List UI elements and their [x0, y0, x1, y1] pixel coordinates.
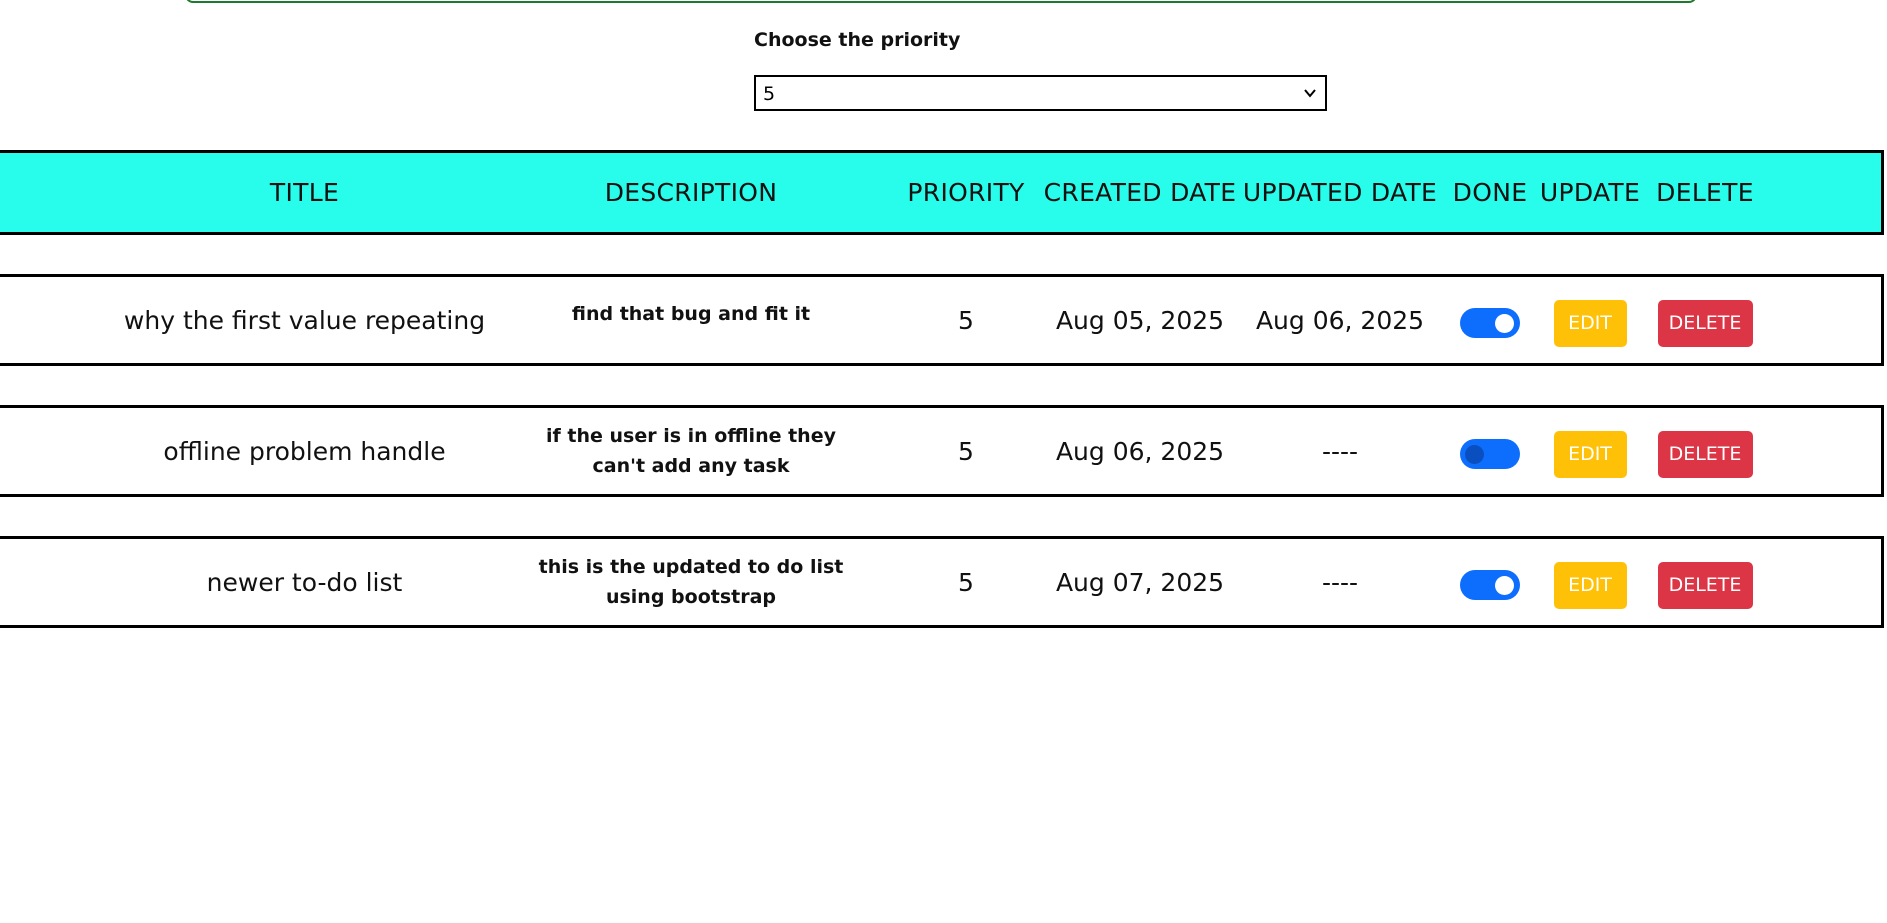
task-description: if the user is in offline they can't add… — [546, 425, 836, 477]
priority-filter-select[interactable]: 5 — [754, 75, 1327, 111]
update-cell: EDIT — [1540, 277, 1640, 363]
task-title: offline problem handle — [163, 436, 446, 466]
priority-filter-value: 5 — [763, 83, 776, 105]
edit-button[interactable]: EDIT — [1553, 299, 1627, 347]
delete-button[interactable]: DELETE — [1657, 430, 1753, 478]
task-created-date: Aug 06, 2025 — [1055, 436, 1225, 466]
task-title: newer to-do list — [206, 567, 403, 597]
task-priority: 5 — [958, 567, 974, 597]
toggle-knob — [1495, 576, 1514, 595]
table-row: why the first value repeating find that … — [0, 274, 1884, 366]
task-created-date: Aug 07, 2025 — [1055, 567, 1225, 597]
todo-page: Choose the priority 5 TITLE DESCRIPTION … — [0, 0, 1887, 923]
task-updated-date: Aug 06, 2025 — [1255, 305, 1425, 335]
task-updated-date: ---- — [1321, 567, 1359, 597]
done-cell — [1440, 277, 1540, 363]
task-updated-date: ---- — [1321, 436, 1359, 466]
header-update: UPDATE — [1539, 178, 1641, 207]
header-updated-date: UPDATED DATE — [1242, 178, 1438, 207]
task-title: why the first value repeating — [123, 305, 486, 335]
done-toggle[interactable] — [1460, 570, 1520, 600]
header-done: DONE — [1452, 178, 1528, 207]
chevron-down-icon — [1304, 89, 1316, 98]
done-cell — [1440, 408, 1540, 494]
add-task-panel-edge — [185, 0, 1697, 3]
task-priority: 5 — [958, 305, 974, 335]
table-header: TITLE DESCRIPTION PRIORITY CREATED DATE … — [0, 150, 1884, 235]
update-cell: EDIT — [1540, 408, 1640, 494]
header-created-date: CREATED DATE — [1043, 178, 1237, 207]
table-row: offline problem handle if the user is in… — [0, 405, 1884, 497]
header-priority: PRIORITY — [907, 178, 1025, 207]
task-created-date: Aug 05, 2025 — [1055, 305, 1225, 335]
table-row: newer to-do list this is the updated to … — [0, 536, 1884, 628]
done-cell — [1440, 539, 1540, 625]
delete-button[interactable]: DELETE — [1657, 561, 1753, 609]
toggle-knob — [1495, 314, 1514, 333]
header-delete: DELETE — [1656, 178, 1754, 207]
header-description: DESCRIPTION — [604, 178, 778, 207]
edit-button[interactable]: EDIT — [1553, 430, 1627, 478]
edit-button[interactable]: EDIT — [1553, 561, 1627, 609]
done-toggle[interactable] — [1460, 308, 1520, 338]
delete-button[interactable]: DELETE — [1657, 299, 1753, 347]
task-description: this is the updated to do list using boo… — [538, 556, 844, 608]
toggle-knob — [1465, 445, 1484, 464]
done-toggle[interactable] — [1460, 439, 1520, 469]
delete-cell: DELETE — [1640, 539, 1770, 625]
task-description: find that bug and fit it — [571, 303, 811, 325]
update-cell: EDIT — [1540, 539, 1640, 625]
delete-cell: DELETE — [1640, 408, 1770, 494]
task-priority: 5 — [958, 436, 974, 466]
header-title: TITLE — [269, 178, 340, 207]
delete-cell: DELETE — [1640, 277, 1770, 363]
priority-filter-label: Choose the priority — [754, 29, 961, 51]
